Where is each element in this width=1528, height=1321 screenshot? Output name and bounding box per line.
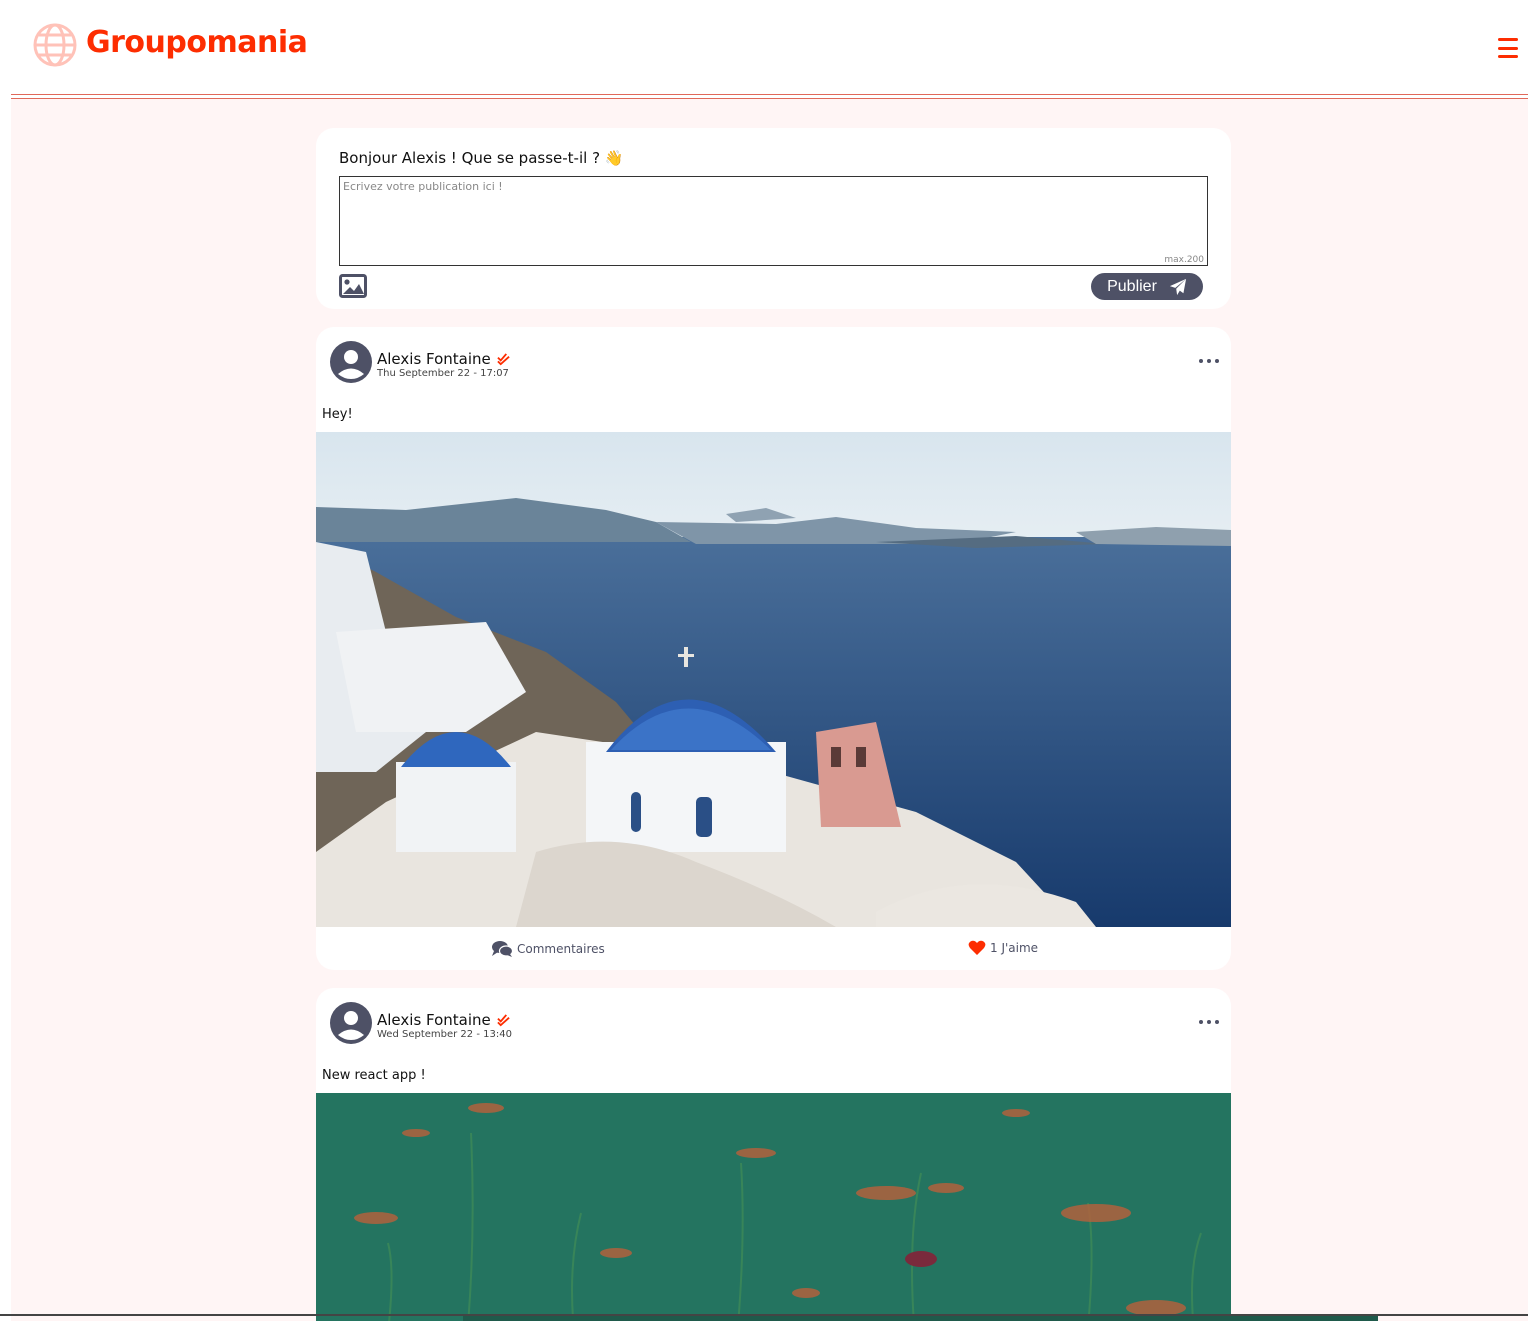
comments-button[interactable]: Commentaires (491, 940, 605, 958)
post-text: Hey! (322, 407, 353, 422)
post-options-button[interactable] (1199, 353, 1219, 369)
author-name: Alexis Fontaine (377, 350, 491, 368)
double-check-icon (497, 1013, 510, 1026)
comments-icon (492, 941, 513, 957)
pond-image (316, 1093, 1231, 1321)
hamburger-icon (1498, 38, 1518, 41)
post-date: Wed September 22 - 13:40 (377, 1029, 512, 1040)
avatar-icon[interactable] (330, 1002, 372, 1044)
post-textarea[interactable] (339, 176, 1208, 266)
brand-name: Groupomania (86, 24, 308, 60)
hamburger-menu-button[interactable] (1498, 38, 1518, 58)
more-icon (1199, 359, 1203, 363)
post-date: Thu September 22 - 17:07 (377, 368, 509, 379)
double-check-icon (497, 352, 510, 365)
globe-icon (33, 23, 77, 67)
santorini-image (316, 432, 1231, 927)
publish-label: Publier (1107, 277, 1157, 295)
post-options-button[interactable] (1199, 1014, 1219, 1030)
paper-plane-icon (1169, 278, 1187, 295)
post-image (316, 1093, 1231, 1321)
more-icon (1199, 1020, 1203, 1024)
top-header: Groupomania (0, 0, 1528, 96)
publish-button[interactable]: Publier (1091, 273, 1203, 300)
post-author[interactable]: Alexis Fontaine (377, 350, 510, 368)
max-length-hint: max.200 (1164, 255, 1204, 265)
post-card: Alexis Fontaine Thu September 22 - 17:07… (316, 327, 1231, 970)
comments-label: Commentaires (517, 942, 605, 956)
post-card: Alexis Fontaine Wed September 22 - 13:40… (316, 988, 1231, 1321)
likes-count: 1 J'aime (990, 941, 1039, 955)
composer-greeting: Bonjour Alexis ! Que se passe-t-il ? 👋 (339, 149, 624, 167)
like-button[interactable]: 1 J'aime (968, 940, 1038, 956)
post-text: New react app ! (322, 1068, 426, 1083)
image-icon[interactable] (339, 274, 367, 298)
post-author[interactable]: Alexis Fontaine (377, 1011, 510, 1029)
brand-logo[interactable]: Groupomania (32, 22, 308, 68)
post-composer: Bonjour Alexis ! Que se passe-t-il ? 👋 m… (316, 128, 1231, 309)
heart-icon (968, 940, 986, 955)
feed: Bonjour Alexis ! Que se passe-t-il ? 👋 m… (11, 99, 1528, 1321)
author-name: Alexis Fontaine (377, 1011, 491, 1029)
image-overflow-strip (463, 1316, 1378, 1321)
post-actions: Commentaires 1 J'aime (316, 937, 1231, 963)
avatar-icon[interactable] (330, 341, 372, 383)
post-image (316, 432, 1231, 927)
